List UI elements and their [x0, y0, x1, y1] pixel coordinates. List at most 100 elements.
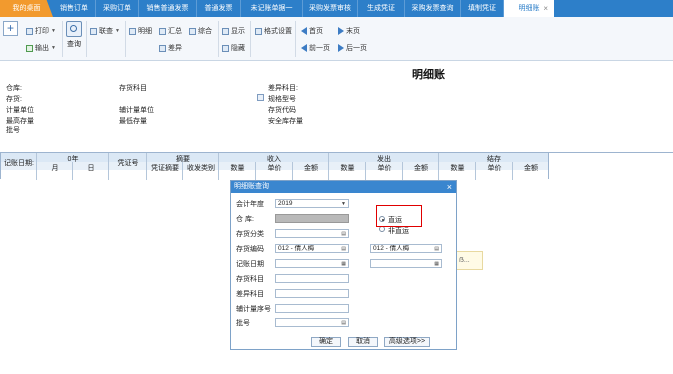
grid-line	[402, 162, 403, 180]
display-label: 显示	[231, 28, 245, 35]
aux-unit-field[interactable]	[275, 304, 349, 313]
inventory-code-to-field[interactable]: 012 - 倩人梅 ▤	[370, 244, 442, 253]
toolbar-divider	[295, 21, 296, 57]
fiscal-year-select[interactable]: 2019 ▼	[275, 199, 349, 208]
col-in-amount: 金额	[304, 165, 318, 172]
measure-unit-label: 计量单位	[6, 107, 34, 114]
hide-icon	[222, 44, 229, 52]
diff-subject-label: 差异科目:	[268, 85, 298, 92]
comprehensive-icon	[189, 27, 196, 35]
next-page-icon	[338, 44, 344, 52]
printer-icon	[26, 27, 33, 35]
tab-sales-invoice[interactable]: 销售普通发票	[139, 0, 197, 17]
tab-unposted-docs[interactable]: 未记账单据一	[241, 0, 303, 17]
chevron-down-icon[interactable]: ▼	[51, 45, 56, 51]
detail-button[interactable]: 明细	[129, 26, 152, 36]
browse-icon[interactable]: ▤	[341, 230, 346, 237]
tab-generate-voucher[interactable]: 生成凭证	[358, 0, 405, 17]
prev-page-button[interactable]: 前一页	[301, 43, 330, 53]
calendar-icon[interactable]: ▦	[434, 260, 439, 267]
format-settings-button[interactable]: 格式设置	[255, 26, 292, 36]
col-balance-amount: 金额	[524, 165, 538, 172]
book-date-dialog-label: 记账日期	[236, 261, 264, 268]
tab-invoice-audit[interactable]: 采购发票审核	[303, 0, 358, 17]
detail-label: 明细	[138, 28, 152, 35]
ledger-grid-header: 记账日期: 0年 月 日 凭证号 摘要 凭证摘要 收发类别 收入 数量 单价 金…	[0, 152, 549, 180]
book-date-to-field[interactable]: ▦	[370, 259, 442, 268]
col-voucher-no: 凭证号	[117, 160, 139, 167]
grid-line	[182, 162, 183, 180]
book-date-from-field[interactable]: ▦	[275, 259, 349, 268]
difference-icon	[159, 44, 166, 52]
grid-line	[255, 162, 256, 180]
summary-button[interactable]: 汇总	[159, 26, 182, 36]
magnifier-icon	[66, 21, 82, 37]
first-page-button[interactable]: 首页	[301, 26, 323, 36]
difference-button[interactable]: 差异	[159, 43, 182, 53]
inventory-subject-field[interactable]	[275, 274, 349, 283]
format-settings-label: 格式设置	[264, 28, 292, 35]
comprehensive-label: 综合	[198, 28, 212, 35]
batch-field[interactable]: ▤	[275, 318, 349, 327]
grid-line	[36, 153, 37, 180]
chevron-down-icon[interactable]: ▼	[115, 28, 120, 34]
last-page-button[interactable]: 末页	[338, 26, 360, 36]
col-day: 日	[87, 165, 95, 172]
divider	[549, 152, 673, 153]
aux-unit-label: 辅计量单位	[119, 107, 154, 114]
warehouse-field[interactable]	[275, 214, 349, 223]
inventory-code-dialog-label: 存货编码	[236, 246, 264, 253]
last-page-icon	[338, 27, 344, 35]
toolbar: + 打印 ▼ 输出 ▼ 查询 联查 ▼ 明细 汇总 差异 综合 显示 隐藏 格式…	[0, 17, 673, 61]
browse-icon[interactable]: ▤	[341, 319, 346, 326]
inventory-subject-dialog-label: 存货科目	[236, 276, 264, 283]
chevron-down-icon[interactable]: ▼	[51, 28, 56, 34]
browse-icon[interactable]: ▤	[341, 245, 346, 252]
tab-normal-invoice[interactable]: 普通发票	[197, 0, 241, 17]
toolbar-divider	[86, 21, 87, 57]
add-icon[interactable]: +	[3, 21, 18, 36]
dialog-title: 明细账查询	[231, 181, 456, 193]
tab-fill-voucher[interactable]: 填制凭证	[461, 0, 504, 17]
grid-line	[438, 153, 439, 180]
tab-close-icon[interactable]: ×	[543, 0, 548, 17]
batch-no-label: 批号	[6, 127, 20, 134]
col-in-price: 单价	[267, 165, 282, 172]
next-page-button[interactable]: 后一页	[338, 43, 367, 53]
union-query-button[interactable]: 联查 ▼	[90, 26, 120, 36]
hide-button[interactable]: 隐藏	[222, 43, 245, 53]
detail-ledger-query-dialog: 明细账查询 × 会计年度 2019 ▼ 仓 库: 直运 非直运 存货分类 ▤ 存…	[230, 180, 457, 350]
grid-line	[218, 153, 219, 180]
inventory-class-label: 存货分类	[236, 231, 264, 238]
query-button[interactable]: 查询	[65, 21, 83, 51]
calendar-icon[interactable]: ▦	[341, 260, 346, 267]
tab-my-desktop[interactable]: 我的桌面	[0, 0, 53, 17]
grid-line	[365, 162, 366, 180]
col-balance-qty: 数量	[450, 165, 465, 172]
tab-detail-ledger[interactable]: 明细账 ×	[504, 0, 554, 17]
calendar-icon[interactable]	[257, 94, 264, 101]
tab-purchase-order[interactable]: 采购订单	[96, 0, 139, 17]
tab-detail-ledger-label: 明细账	[518, 5, 540, 12]
diff-subject-field[interactable]	[275, 289, 349, 298]
display-button[interactable]: 显示	[222, 26, 245, 36]
close-icon[interactable]: ×	[447, 181, 452, 193]
col-out-qty: 数量	[340, 165, 355, 172]
warehouse-label: 仓库:	[6, 85, 22, 92]
print-button[interactable]: 打印 ▼	[26, 26, 56, 36]
advanced-options-button[interactable]: 高级选项>>	[384, 337, 430, 347]
ok-button[interactable]: 确定	[311, 337, 341, 347]
tab-invoice-query[interactable]: 采购发票查询	[405, 0, 461, 17]
export-button[interactable]: 输出 ▼	[26, 43, 56, 53]
summary-label: 汇总	[168, 28, 182, 35]
tab-sales-order[interactable]: 销售订单	[53, 0, 96, 17]
browse-icon[interactable]: ▤	[434, 245, 439, 252]
grid-line	[108, 153, 109, 180]
inventory-class-field[interactable]: ▤	[275, 229, 349, 238]
inventory-label: 存货:	[6, 96, 22, 103]
next-page-label: 后一页	[346, 45, 367, 52]
comprehensive-button[interactable]: 综合	[189, 26, 212, 36]
tooltip: ẞ...	[456, 251, 483, 270]
cancel-button[interactable]: 取消	[348, 337, 378, 347]
inventory-code-from-field[interactable]: 012 - 倩人梅 ▤	[275, 244, 349, 253]
